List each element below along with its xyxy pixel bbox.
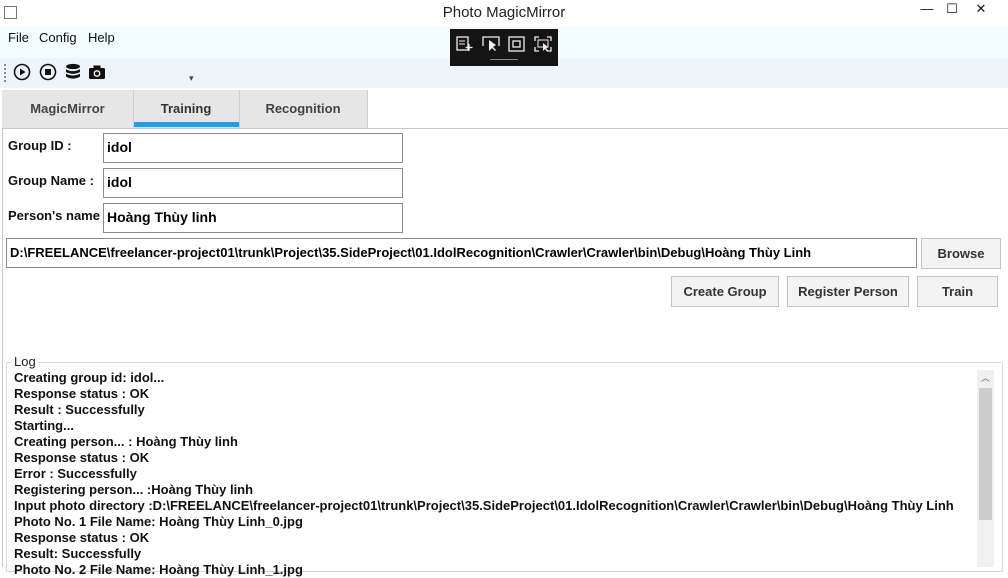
database-icon[interactable] [64,63,82,81]
log-textbox[interactable]: Creating group id: idol... Response stat… [14,370,954,578]
menu-help[interactable]: Help [88,30,115,45]
log-line: Photo No. 1 File Name: Hoàng Thùy Linh_0… [14,514,303,529]
group-name-input[interactable]: idol [103,168,403,198]
menu-config[interactable]: Config [39,30,77,45]
register-person-button[interactable]: Register Person [787,276,909,307]
tab-magicmirror[interactable]: MagicMirror [2,90,133,128]
log-line: Starting... [14,418,74,433]
create-group-button[interactable]: Create Group [671,276,779,307]
browse-button[interactable]: Browse [921,238,1001,269]
tab-divider [133,90,134,128]
log-line: Registering person... :Hoàng Thùy linh [14,482,254,497]
log-line: Result: Successfully [14,546,142,561]
group-name-label: Group Name : [8,173,94,188]
maximize-button[interactable]: ☐ [937,0,967,22]
stop-icon[interactable] [39,63,57,81]
person-name-label: Person's name : [8,208,108,223]
log-line: Photo No. 2 File Name: Hoàng Thùy Linh_1… [14,562,303,577]
log-line: Response status : OK [14,450,150,465]
scroll-up-button[interactable]: ︿ [977,370,994,387]
frame-icon[interactable] [508,36,526,52]
photo-directory-input[interactable]: D:\FREELANCE\freelancer-project01\trunk\… [6,238,917,268]
group-id-label: Group ID : [8,138,72,153]
log-line: Response status : OK [14,530,150,545]
tab-divider [239,90,240,128]
window-title: Photo MagicMirror [442,4,566,21]
active-tab-indicator [133,122,239,127]
log-line: Input photo directory :D:\FREELANCE\free… [14,498,954,513]
region-select-icon[interactable] [534,36,552,52]
scroll-thumb[interactable] [979,388,992,520]
log-line: Error : Successfully [14,466,137,481]
log-line: Creating person... : Hoàng Thùy linh [14,434,238,449]
menu-file[interactable]: File [8,30,29,45]
add-window-icon[interactable] [456,36,474,52]
log-legend: Log [12,354,38,369]
floating-toolbar-grip[interactable] [490,59,518,60]
group-id-input[interactable]: idol [103,133,403,163]
toolstrip-grip[interactable] [4,64,8,82]
tab-divider [367,90,368,128]
log-line: Result : Successfully [14,402,145,417]
select-pointer-icon[interactable] [482,36,500,52]
camera-icon[interactable] [88,63,106,81]
close-button[interactable]: ✕ [966,0,996,22]
tab-recognition[interactable]: Recognition [239,90,367,128]
person-name-input[interactable]: Hoàng Thùy linh [103,203,403,233]
log-line: Creating group id: idol... [14,370,165,385]
log-line: Response status : OK [14,386,150,401]
toolbar-overflow-button[interactable]: ▾ [189,73,194,84]
play-icon[interactable] [13,63,31,81]
train-button[interactable]: Train [917,276,998,307]
